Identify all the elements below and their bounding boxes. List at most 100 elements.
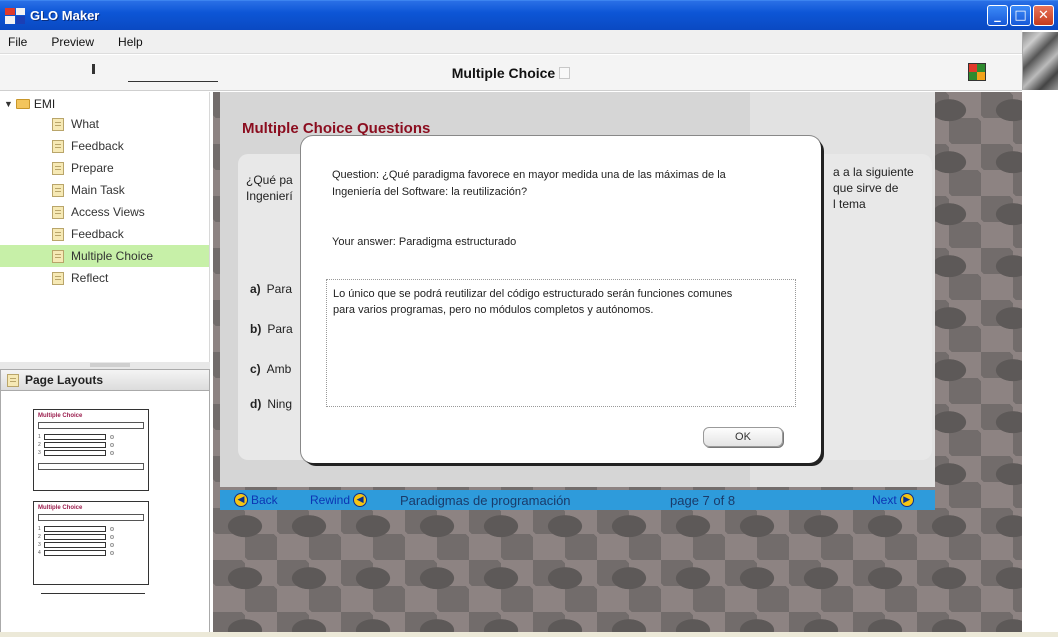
thumb-row: 1 (38, 433, 144, 441)
option-letter: b) (250, 322, 262, 336)
tree-root-label: EMI (33, 97, 56, 111)
page-layouts-header[interactable]: Page Layouts (0, 369, 210, 391)
thumb-title: Multiple Choice (38, 505, 83, 511)
ok-button[interactable]: OK (703, 427, 783, 447)
tree-item-label: Multiple Choice (71, 249, 154, 263)
next-arrow-icon: ▶ (899, 493, 914, 507)
tree-item-label: Feedback (71, 139, 124, 153)
thumb-row-number: 2 (38, 442, 41, 448)
folder-icon (15, 99, 30, 109)
window-titlebar[interactable]: GLO Maker _ □ ✕ (0, 0, 1058, 30)
window-title: GLO Maker (30, 8, 100, 23)
edit-title-icon[interactable] (559, 67, 571, 79)
app-logo-icon (5, 7, 25, 24)
maximize-button[interactable]: □ (1010, 5, 1031, 26)
option-text: Ning (267, 397, 293, 411)
tree-item-reflect[interactable]: Reflect (0, 267, 209, 289)
page-icon (52, 205, 64, 219)
page-icon (52, 139, 64, 153)
menu-bar: File Preview Help (0, 30, 1022, 54)
topic-title: Paradigmas de programación (400, 492, 571, 508)
splitter-grip[interactable] (90, 363, 130, 367)
option-letter: c) (250, 362, 261, 376)
option-a[interactable]: a) Para (250, 282, 292, 296)
tree-root-emi[interactable]: ▼ EMI (0, 95, 209, 113)
dialog-feedback-box: Lo único que se podrá reutilizar del cód… (326, 279, 796, 407)
layout-separator (41, 593, 145, 594)
window-bottom-border (0, 632, 1058, 637)
option-letter: d) (250, 397, 262, 411)
back-arrow-icon: ◀ (234, 493, 248, 507)
menu-help[interactable]: Help (116, 33, 145, 51)
thumb-title: Multiple Choice (38, 413, 83, 419)
glo-logo-icon[interactable] (968, 63, 986, 81)
tree-item-feedback-2[interactable]: Feedback (0, 223, 209, 245)
tree-item-label: Feedback (71, 227, 124, 241)
tree-item-label: Access Views (71, 205, 145, 219)
thumb-row: 2 (38, 441, 144, 449)
rewind-button[interactable]: Rewind ◀ (310, 493, 368, 507)
option-c[interactable]: c) Amb (250, 362, 291, 376)
toolbar: Multiple Choice (0, 55, 1022, 91)
option-b[interactable]: b) Para (250, 322, 293, 336)
thumb-question-box (38, 422, 144, 429)
back-label: Back (251, 493, 278, 507)
tree-item-label: Reflect (71, 271, 109, 285)
thumb-row-number: 3 (38, 542, 41, 548)
next-button[interactable]: Next ▶ (872, 493, 914, 507)
close-button[interactable]: ✕ (1033, 5, 1054, 26)
tree-item-label: Main Task (71, 183, 125, 197)
layout-thumbnail[interactable]: Multiple Choice 1 2 3 4 (33, 501, 149, 585)
question-line: ¿Qué pa (246, 173, 293, 187)
tree-item-feedback[interactable]: Feedback (0, 135, 209, 157)
thumb-row-number: 3 (38, 450, 41, 456)
thumb-row-number: 1 (38, 526, 41, 532)
tree-item-what[interactable]: What (0, 113, 209, 135)
thumb-row: 1 (38, 525, 144, 533)
option-text: Para (266, 282, 293, 296)
menu-file[interactable]: File (6, 33, 29, 51)
page-icon (52, 183, 64, 197)
question-line: Ingenierí (246, 189, 293, 203)
tree-item-prepare[interactable]: Prepare (0, 157, 209, 179)
dialog-question-line: Ingeniería del Software: la reutilizació… (332, 186, 528, 198)
layout-thumbnail[interactable]: Multiple Choice 1 2 3 (33, 409, 149, 491)
option-d[interactable]: d) Ning (250, 397, 292, 411)
thumb-feedback-box (38, 463, 144, 470)
thumb-row-number: 1 (38, 434, 41, 440)
option-text: Para (267, 322, 293, 336)
thumb-row: 3 (38, 541, 144, 549)
page-tree: ▼ EMI What Feedback Prepare Main Task Ac… (0, 92, 210, 362)
menu-preview[interactable]: Preview (49, 33, 96, 51)
page-icon (52, 161, 64, 175)
page-icon (52, 249, 64, 263)
thumb-row-number: 2 (38, 534, 41, 540)
next-label: Next (872, 493, 897, 507)
tree-item-multiple-choice[interactable]: Multiple Choice (0, 245, 209, 267)
question-line: a a la siguiente (833, 165, 914, 179)
page-icon (52, 117, 64, 131)
back-button[interactable]: ◀ Back (234, 493, 278, 507)
feedback-line: Lo único que se podrá reutilizar del cód… (333, 288, 733, 300)
expand-triangle-icon[interactable]: ▼ (4, 99, 13, 109)
dialog-question: Question: ¿Qué paradigma favorece en may… (332, 167, 792, 201)
panel-splitter[interactable] (0, 362, 210, 369)
page-title-bar: Multiple Choice (0, 65, 1022, 81)
question-text-left: ¿Qué pa Ingenierí (246, 172, 293, 204)
page-icon (52, 271, 64, 285)
minimize-button[interactable]: _ (987, 5, 1008, 26)
tree-item-access-views[interactable]: Access Views (0, 201, 209, 223)
option-letter: a) (250, 282, 261, 296)
rewind-arrow-icon: ◀ (353, 493, 368, 507)
user-avatar (1022, 32, 1058, 90)
feedback-line: para varios programas, pero no módulos c… (333, 304, 654, 316)
dialog-question-line: Question: ¿Qué paradigma favorece en may… (332, 169, 726, 181)
option-text: Amb (266, 362, 292, 376)
page-layouts-title: Page Layouts (25, 373, 104, 387)
thumb-row: 3 (38, 449, 144, 457)
tree-item-main-task[interactable]: Main Task (0, 179, 209, 201)
thumb-row: 2 (38, 533, 144, 541)
dialog-answer: Your answer: Paradigma estructurado (332, 236, 517, 248)
page-title: Multiple Choice (451, 65, 556, 81)
thumb-row: 4 (38, 549, 144, 557)
